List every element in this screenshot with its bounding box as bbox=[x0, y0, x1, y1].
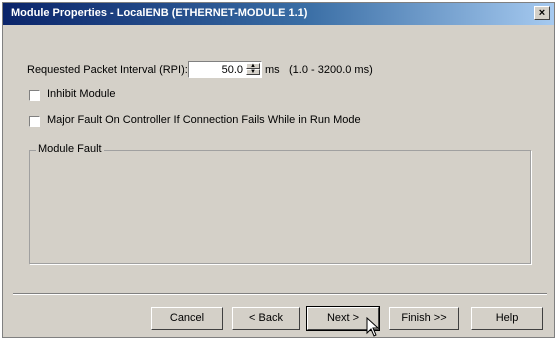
rpi-unit: ms bbox=[265, 64, 280, 76]
module-fault-group: Module Fault bbox=[29, 143, 531, 264]
major-fault-checkbox[interactable] bbox=[29, 116, 40, 127]
module-fault-label: Module Fault bbox=[36, 143, 104, 155]
rpi-range: (1.0 - 3200.0 ms) bbox=[289, 64, 373, 76]
rpi-spinner[interactable]: ▲ ▼ bbox=[246, 63, 260, 76]
back-button[interactable]: < Back bbox=[232, 307, 300, 330]
rpi-label: Requested Packet Interval (RPI): bbox=[27, 64, 188, 76]
button-separator bbox=[13, 293, 547, 295]
mouse-pointer-icon bbox=[366, 317, 380, 337]
inhibit-module-checkbox[interactable] bbox=[29, 90, 40, 101]
help-button[interactable]: Help bbox=[471, 307, 543, 330]
cancel-button[interactable]: Cancel bbox=[151, 307, 223, 330]
rpi-value: 50.0 bbox=[221, 64, 243, 76]
title-bar[interactable]: Module Properties - LocalENB (ETHERNET-M… bbox=[3, 3, 554, 25]
inhibit-module-label: Inhibit Module bbox=[47, 88, 116, 100]
window-title: Module Properties - LocalENB (ETHERNET-M… bbox=[11, 7, 308, 19]
major-fault-label: Major Fault On Controller If Connection … bbox=[47, 114, 361, 126]
spin-down-icon[interactable]: ▼ bbox=[246, 69, 260, 75]
close-button[interactable]: × bbox=[534, 6, 550, 20]
rpi-input[interactable]: 50.0 ▲ ▼ bbox=[188, 61, 262, 78]
finish-button[interactable]: Finish >> bbox=[389, 307, 459, 330]
module-properties-dialog: Module Properties - LocalENB (ETHERNET-M… bbox=[2, 2, 555, 338]
